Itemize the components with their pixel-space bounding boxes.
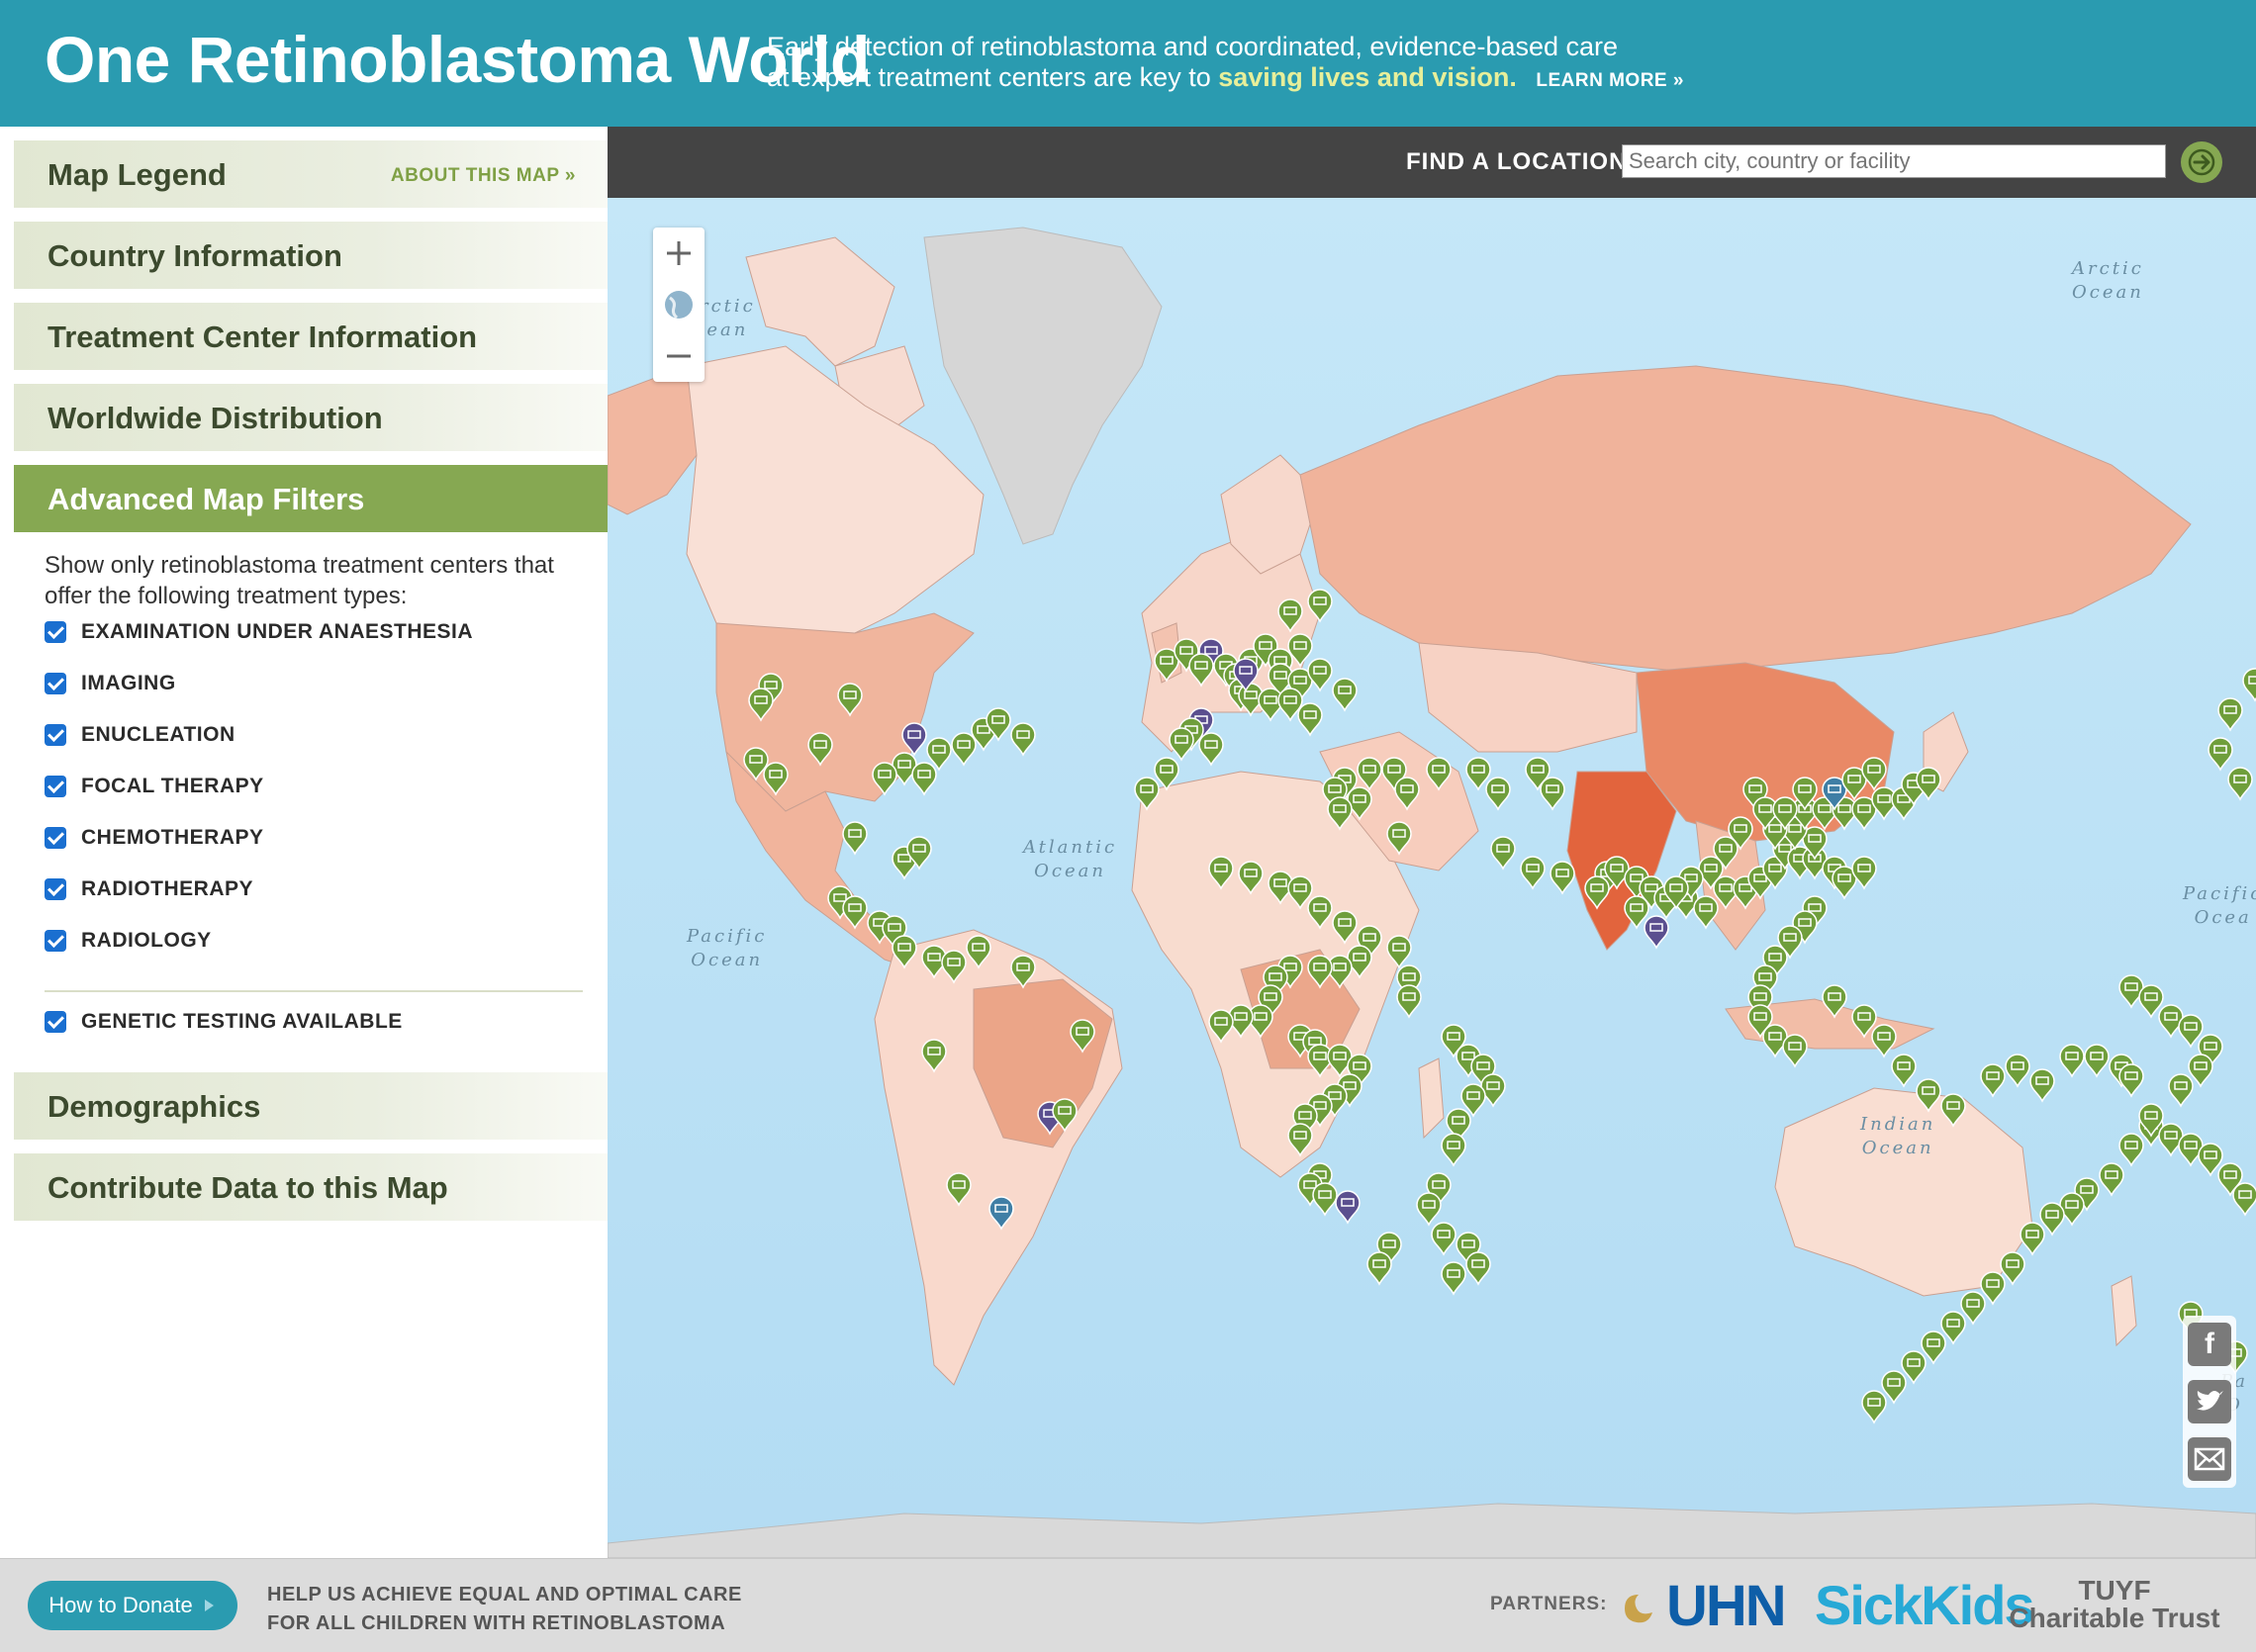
checkbox[interactable]	[45, 724, 66, 746]
globe-icon	[665, 291, 693, 320]
header-tagline: Early detection of retinoblastoma and co…	[767, 32, 1684, 96]
filters-intro: Show only retinoblastoma treatment cente…	[45, 552, 554, 609]
filter-label: GENETIC TESTING AVAILABLE	[81, 1010, 403, 1033]
checkbox[interactable]	[45, 878, 66, 900]
twitter-icon	[2188, 1380, 2231, 1423]
partner-tuyf-logo[interactable]: TUYF Charitable Trust	[2007, 1577, 2222, 1632]
filter-chemotherapy[interactable]: CHEMOTHERAPY	[45, 823, 264, 853]
home-extent-button[interactable]	[653, 279, 705, 330]
checkbox[interactable]	[45, 776, 66, 797]
tagline-line-2-text: at expert treatment centers are key to	[767, 62, 1211, 92]
ocean-label-pacific-east: Pacific Ocea	[2183, 883, 2256, 928]
sidebar: Map Legend ABOUT THIS MAP » Country Info…	[0, 127, 608, 1558]
share-buttons: f	[2183, 1316, 2236, 1488]
accordion-label: Treatment Center Information	[47, 320, 478, 354]
share-twitter-button[interactable]	[2183, 1373, 2236, 1430]
ocean-label-atlantic: Atlantic Ocean	[1023, 837, 1118, 881]
zoom-in-icon	[667, 241, 691, 265]
filter-examination-under-anaesthesia[interactable]: EXAMINATION UNDER ANAESTHESIA	[45, 617, 473, 647]
tuyf-line-1: TUYF	[2078, 1575, 2151, 1606]
filter-focal-therapy[interactable]: FOCAL THERAPY	[45, 772, 264, 801]
learn-more-link[interactable]: LEARN MORE »	[1536, 70, 1684, 91]
find-location-bar: FIND A LOCATION	[608, 127, 2256, 198]
zoom-in-button[interactable]	[653, 228, 705, 279]
filter-label: FOCAL THERAPY	[81, 775, 264, 797]
filter-radiotherapy[interactable]: RADIOTHERAPY	[45, 874, 253, 904]
map-zoom-controls	[653, 228, 705, 382]
filter-enucleation[interactable]: ENUCLEATION	[45, 720, 235, 750]
site-header: One Retinoblastoma World Early detection…	[0, 0, 2256, 127]
accordion-label: Map Legend	[47, 157, 227, 192]
accordion-country-information[interactable]: Country Information	[14, 222, 608, 289]
accordion-treatment-center-information[interactable]: Treatment Center Information	[14, 303, 608, 370]
tagline-line-1: Early detection of retinoblastoma and co…	[767, 32, 1619, 61]
uhn-swirl-icon	[1625, 1595, 1652, 1623]
ocean-label-arctic-west: rctic ean	[700, 296, 756, 340]
checkbox[interactable]	[45, 673, 66, 694]
tagline-line-2: at expert treatment centers are key to s…	[767, 62, 1684, 96]
accordion-label: Demographics	[47, 1089, 261, 1124]
footer-message-line-1: HELP US ACHIEVE EQUAL AND OPTIMAL CARE	[267, 1584, 742, 1606]
checkbox[interactable]	[45, 621, 66, 643]
site-title[interactable]: One Retinoblastoma World	[45, 22, 870, 97]
filter-label: ENUCLEATION	[81, 723, 235, 746]
accordion-demographics[interactable]: Demographics	[14, 1072, 608, 1140]
filter-label: EXAMINATION UNDER ANAESTHESIA	[81, 620, 474, 643]
tuyf-line-2: Charitable Trust	[2009, 1603, 2220, 1633]
about-this-map-link[interactable]: ABOUT THIS MAP »	[391, 165, 576, 187]
world-map[interactable]: rctic ean Arctic Ocean Atlantic Ocean Pacif…	[608, 198, 2256, 1558]
ocean-label-arctic: Arctic Ocean	[2072, 258, 2144, 303]
donate-label: How to Donate	[48, 1593, 193, 1617]
site-footer: How to Donate HELP US ACHIEVE EQUAL AND …	[0, 1558, 2256, 1652]
accordion-map-legend[interactable]: Map Legend ABOUT THIS MAP »	[14, 140, 608, 208]
filter-imaging[interactable]: IMAGING	[45, 669, 176, 698]
ocean-label-indian: Indian Ocean	[1860, 1114, 1936, 1158]
find-location-label: FIND A LOCATION	[1406, 148, 1628, 175]
partner-sickkids-logo[interactable]: SickKids	[1815, 1573, 2035, 1637]
filter-label: IMAGING	[81, 672, 176, 694]
filter-genetic-testing[interactable]: GENETIC TESTING AVAILABLE	[45, 1007, 403, 1037]
facebook-icon: f	[2188, 1323, 2231, 1366]
partners-label: PARTNERS:	[1490, 1594, 1608, 1614]
search-go-button[interactable]	[2181, 141, 2222, 183]
accordion-advanced-map-filters[interactable]: Advanced Map Filters	[14, 465, 608, 532]
ocean-label-pacific: Pacific Ocean	[687, 926, 768, 970]
tagline-highlight: saving lives and vision.	[1218, 62, 1517, 92]
checkbox[interactable]	[45, 827, 66, 849]
accordion-label: Worldwide Distribution	[47, 401, 383, 435]
filters-divider	[45, 990, 583, 992]
filter-label: RADIOLOGY	[81, 929, 212, 952]
checkbox[interactable]	[45, 930, 66, 952]
email-icon	[2188, 1437, 2231, 1481]
share-facebook-button[interactable]: f	[2183, 1316, 2236, 1373]
accordion-label: Country Information	[47, 238, 342, 273]
accordion-label: Contribute Data to this Map	[47, 1170, 448, 1205]
share-email-button[interactable]	[2183, 1430, 2236, 1488]
filter-label: CHEMOTHERAPY	[81, 826, 264, 849]
world-basemap[interactable]	[608, 198, 2256, 1558]
accordion-label: Advanced Map Filters	[47, 482, 365, 516]
accordion-contribute-data[interactable]: Contribute Data to this Map	[14, 1153, 608, 1221]
location-search-input[interactable]	[1622, 144, 2166, 178]
footer-message-line-2: FOR ALL CHILDREN WITH RETINOBLASTOMA	[267, 1612, 726, 1634]
arrow-right-icon	[2188, 148, 2215, 176]
zoom-out-icon	[667, 354, 691, 358]
footer-message: HELP US ACHIEVE EQUAL AND OPTIMAL CARE F…	[267, 1581, 742, 1638]
partner-uhn-logo[interactable]: UHN	[1666, 1573, 1787, 1639]
zoom-out-button[interactable]	[653, 330, 705, 382]
accordion-worldwide-distribution[interactable]: Worldwide Distribution	[14, 384, 608, 451]
how-to-donate-button[interactable]: How to Donate	[28, 1581, 237, 1630]
filter-label: RADIOTHERAPY	[81, 877, 254, 900]
filter-radiology[interactable]: RADIOLOGY	[45, 926, 212, 956]
play-arrow-icon	[204, 1600, 214, 1611]
checkbox[interactable]	[45, 1011, 66, 1033]
